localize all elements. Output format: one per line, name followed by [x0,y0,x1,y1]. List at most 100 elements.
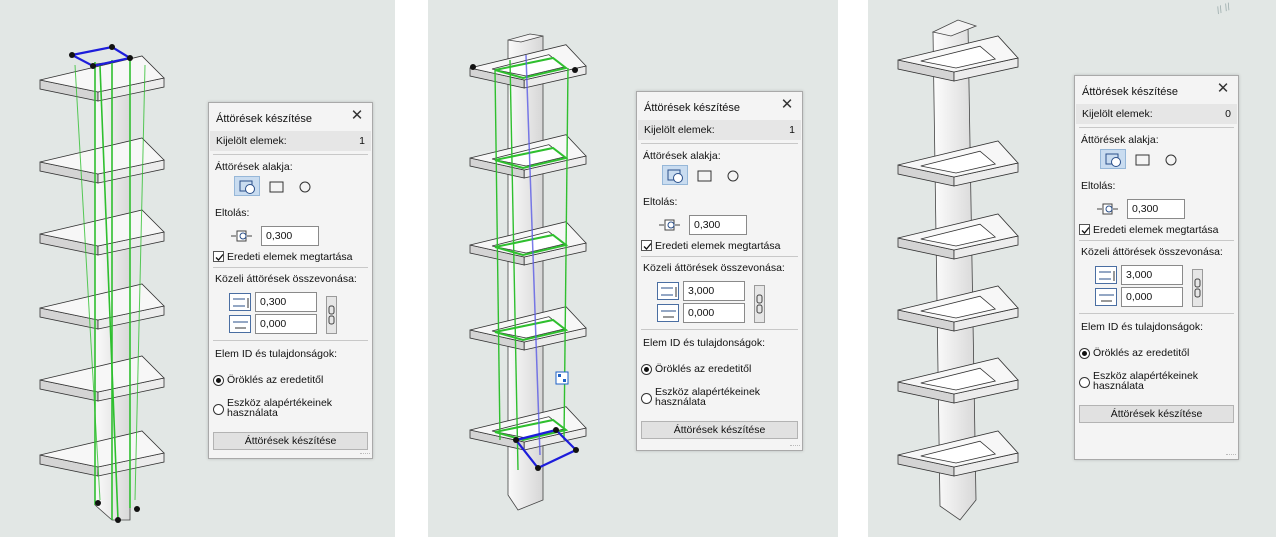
horizontal-merge-distance-input[interactable]: 0,000 [683,303,745,323]
rectangle-shape-button[interactable] [263,176,289,196]
opening-shape-label: Áttörések alakja: [1081,134,1159,146]
horizontal-merge-distance-input[interactable]: 0,000 [255,314,317,334]
inherit-from-original-radio[interactable] [641,364,652,375]
checkmark-icon [1081,227,1090,234]
selected-elements-count: 1 [789,124,795,136]
circle-shape-button[interactable] [720,165,746,185]
use-tool-defaults-radio[interactable] [1079,377,1090,388]
use-tool-defaults-label-line2: használata [227,407,278,419]
selected-elements-row: Kijelölt elemek: 1 [210,131,371,151]
horizontal-merge-distance-input[interactable]: 0,000 [1121,287,1183,307]
opening-shape-label: Áttörések alakja: [643,150,721,162]
close-icon[interactable]: ✕ [348,107,366,125]
link-values-button[interactable] [326,296,337,334]
divider [213,154,368,155]
vertical-merge-icon [657,282,679,300]
resize-grip[interactable] [790,445,800,449]
merge-nearby-label: Közeli áttörések összevonása: [215,273,357,285]
create-openings-dialog: Áttörések készítése ✕ Kijelölt elemek: 1… [208,102,373,459]
inherit-from-original-radio[interactable] [213,375,224,386]
resize-grip[interactable] [1226,454,1236,458]
3d-viewport-1[interactable]: Áttörések készítése ✕ Kijelölt elemek: 1… [0,0,395,537]
rectangle-shape-icon [697,170,712,182]
use-tool-defaults-label-line2: használata [1093,380,1144,392]
link-values-button[interactable] [1192,269,1203,307]
vertical-merge-distance-input[interactable]: 0,300 [255,292,317,312]
offset-input[interactable]: 0,300 [689,215,747,235]
offset-icon [659,219,680,231]
dialog-title: Áttörések készítése [1082,86,1178,98]
merge-nearby-label: Közeli áttörések összevonása: [643,262,785,274]
close-icon[interactable]: ✕ [778,96,796,114]
offset-input[interactable]: 0,300 [1127,199,1185,219]
element-id-properties-label: Elem ID és tulajdonságok: [215,348,337,360]
keep-originals-checkbox[interactable] [213,251,224,262]
opening-shape-label: Áttörések alakja: [215,161,293,173]
vertical-merge-icon [1095,266,1117,284]
dialog-title: Áttörések készítése [644,102,740,114]
offset-label: Eltolás: [1081,180,1116,192]
selected-elements-count: 0 [1225,108,1231,120]
vertical-merge-distance-input[interactable]: 3,000 [1121,265,1183,285]
dialog-title: Áttörések készítése [216,113,312,125]
close-icon[interactable]: ✕ [1214,80,1232,98]
resize-grip[interactable] [360,453,370,457]
horizontal-merge-icon [657,304,679,322]
create-openings-dialog: Áttörések készítése ✕ Kijelölt elemek: 1… [636,91,803,451]
rectangle-shape-icon [269,181,284,193]
contour-shape-button[interactable] [1100,149,1126,169]
rectangle-shape-icon [1135,154,1150,166]
offset-label: Eltolás: [643,196,678,208]
horizontal-merge-icon [1095,288,1117,306]
divider [641,329,798,330]
element-id-properties-label: Elem ID és tulajdonságok: [1081,321,1203,333]
divider [641,143,798,144]
offset-icon [231,230,252,242]
divider [1079,127,1234,128]
chain-link-icon [756,294,763,314]
contour-shape-button[interactable] [234,176,260,196]
checkmark-icon [215,254,224,261]
keep-originals-checkbox[interactable] [641,240,652,251]
selected-elements-label: Kijelölt elemek: [216,135,287,147]
inherit-from-original-label: Öröklés az eredetitől [655,363,752,375]
rectangle-shape-button[interactable] [691,165,717,185]
create-openings-button[interactable]: Áttörések készítése [213,432,368,450]
contour-shape-icon [239,180,255,194]
divider [641,256,798,257]
svg-text:// //: // // [1215,2,1232,17]
selected-elements-row: Kijelölt elemek: 1 [638,120,801,140]
link-values-button[interactable] [754,285,765,323]
3d-viewport-2[interactable]: Áttörések készítése ✕ Kijelölt elemek: 1… [428,0,838,537]
contour-shape-icon [1105,153,1121,167]
chain-link-icon [328,305,335,325]
contour-shape-icon [667,169,683,183]
offset-input[interactable]: 0,300 [261,226,319,246]
vertical-merge-distance-input[interactable]: 3,000 [683,281,745,301]
keep-originals-label: Eredeti elemek megtartása [655,240,781,252]
circle-shape-button[interactable] [1158,149,1184,169]
circle-shape-icon [1165,154,1177,166]
offset-icon [1097,203,1118,215]
create-openings-button[interactable]: Áttörések készítése [641,421,798,439]
inherit-from-original-radio[interactable] [1079,348,1090,359]
3d-viewport-3[interactable]: // // Áttörések készítése ✕ Kijelölt ele… [868,0,1276,537]
merge-nearby-label: Közeli áttörések összevonása: [1081,246,1223,258]
create-openings-button[interactable]: Áttörések készítése [1079,405,1234,423]
divider [213,267,368,268]
inherit-from-original-label: Öröklés az eredetitől [227,374,324,386]
divider [213,340,368,341]
use-tool-defaults-radio[interactable] [641,393,652,404]
vertical-merge-icon [229,293,251,311]
divider [1079,313,1234,314]
selected-elements-row: Kijelölt elemek: 0 [1076,104,1237,124]
rectangle-shape-button[interactable] [1129,149,1155,169]
circle-shape-button[interactable] [292,176,318,196]
contour-shape-button[interactable] [662,165,688,185]
offset-label: Eltolás: [215,207,250,219]
element-id-properties-label: Elem ID és tulajdonságok: [643,337,765,349]
keep-originals-label: Eredeti elemek megtartása [227,251,353,263]
use-tool-defaults-label-line2: használata [655,396,706,408]
keep-originals-checkbox[interactable] [1079,224,1090,235]
use-tool-defaults-radio[interactable] [213,404,224,415]
